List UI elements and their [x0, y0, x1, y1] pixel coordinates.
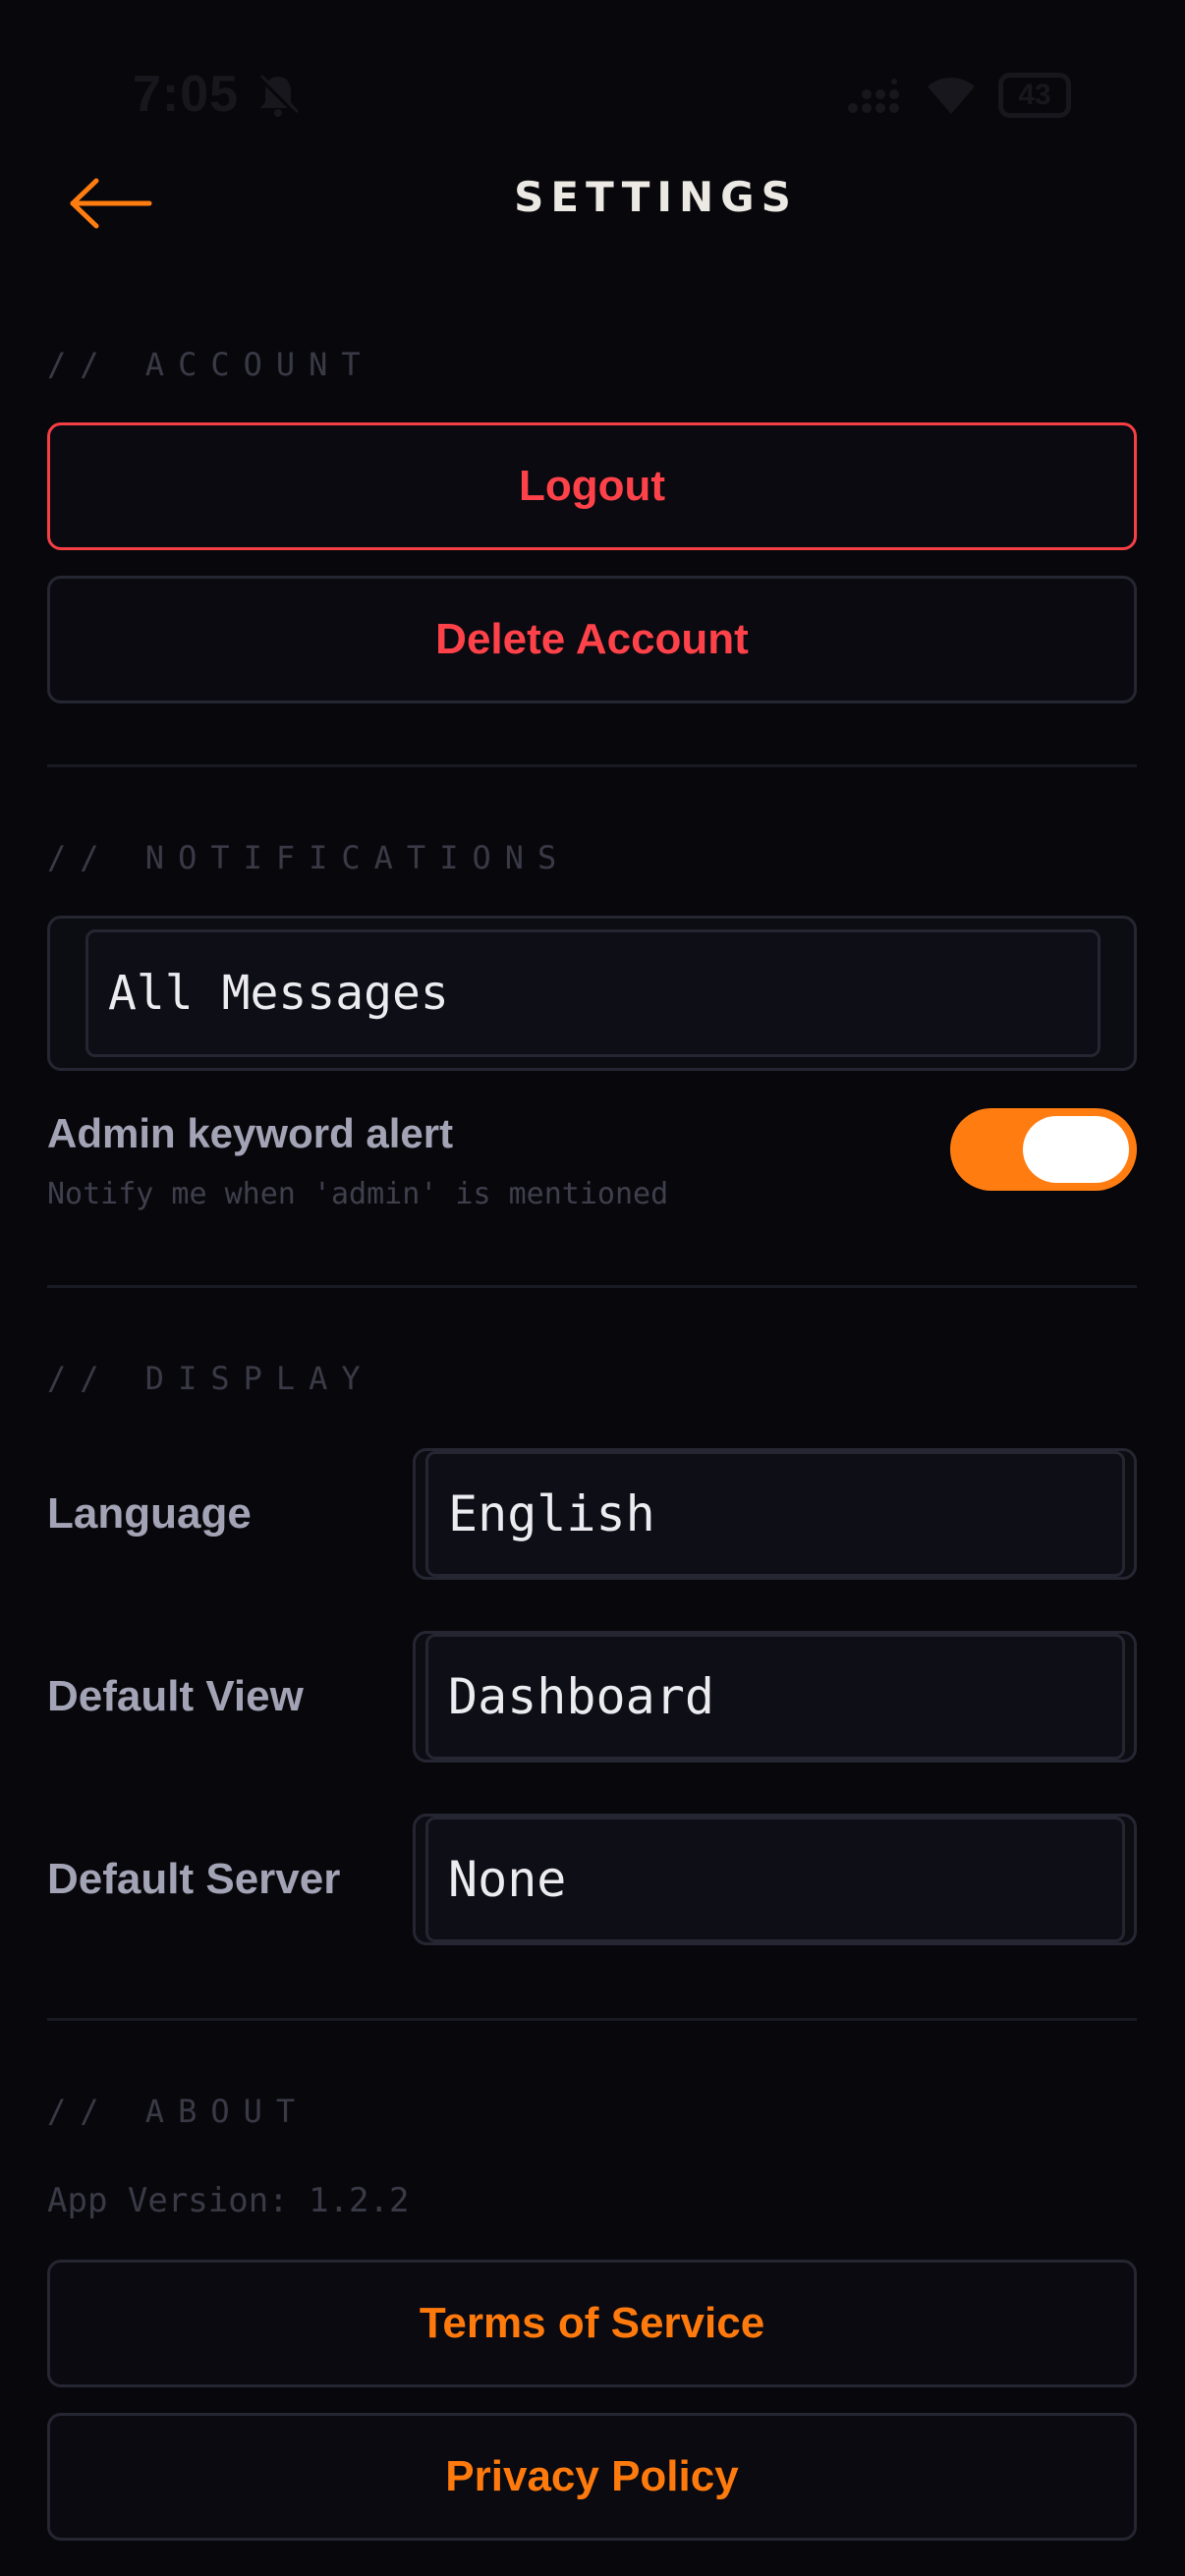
app-version: App Version: 1.2.2 [47, 2181, 410, 2220]
battery-level: 43 [1018, 79, 1051, 111]
default-view-select-value[interactable]: Dashboard [425, 1634, 1125, 1760]
divider [47, 1285, 1137, 1288]
default-view-label: Default View [47, 1672, 304, 1720]
section-header-notifications: // NOTIFICATIONS [47, 839, 571, 876]
notification-select: All Messages [47, 916, 1137, 1071]
default-server-select: None [413, 1814, 1137, 1945]
default-server-label: Default Server [47, 1855, 341, 1903]
section-header-account: // ACCOUNT [47, 346, 374, 383]
wifi-icon [928, 78, 975, 114]
section-header-display: // DISPLAY [47, 1360, 374, 1397]
notification-level-select[interactable]: All Messages [85, 929, 1100, 1057]
settings-screen: 7:05 43 SETTINGS // ACCOUNT Logout Delet… [0, 0, 1185, 2576]
logout-button[interactable]: Logout [47, 422, 1137, 550]
admin-alert-label: Admin keyword alert [47, 1110, 454, 1156]
page-title: SETTINGS [514, 173, 798, 221]
default-server-select-value[interactable]: None [425, 1817, 1125, 1942]
bell-off-icon [257, 74, 300, 117]
language-select: English [413, 1448, 1137, 1580]
delete-account-button[interactable]: Delete Account [47, 576, 1137, 703]
signal-icon [848, 79, 899, 113]
language-select-value[interactable]: English [425, 1451, 1125, 1577]
admin-alert-description: Notify me when 'admin' is mentioned [47, 1177, 669, 1211]
status-bar: 7:05 43 [0, 0, 1185, 196]
section-header-about: // ABOUT [47, 2093, 310, 2130]
default-view-select: Dashboard [413, 1631, 1137, 1763]
divider [47, 2018, 1137, 2021]
battery-icon: 43 [998, 73, 1071, 118]
toggle-knob [1023, 1116, 1129, 1183]
language-label: Language [47, 1489, 252, 1538]
terms-of-service-button[interactable]: Terms of Service [47, 2260, 1137, 2387]
admin-alert-toggle[interactable] [950, 1108, 1137, 1191]
status-time: 7:05 [133, 66, 240, 123]
divider [47, 764, 1137, 767]
privacy-policy-button[interactable]: Privacy Policy [47, 2413, 1137, 2541]
